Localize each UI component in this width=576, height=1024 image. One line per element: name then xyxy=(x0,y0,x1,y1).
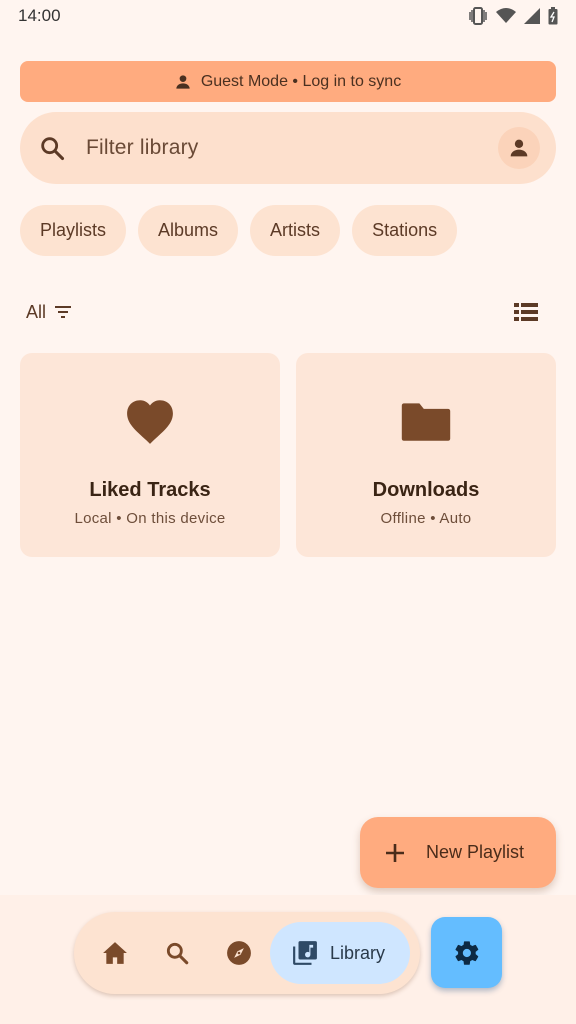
nav-library-label: Library xyxy=(330,942,386,963)
guest-mode-banner[interactable]: Guest Mode • Log in to sync xyxy=(20,61,556,102)
settings-button[interactable] xyxy=(431,917,502,988)
status-icons xyxy=(468,7,558,25)
vibrate-icon xyxy=(469,7,487,25)
chip-playlists[interactable]: Playlists xyxy=(20,205,127,256)
chip-albums[interactable]: Albums xyxy=(138,205,239,256)
filter-chips: Playlists Albums Artists Stations xyxy=(20,205,458,256)
guest-banner-text: Guest Mode • Log in to sync xyxy=(200,72,402,90)
nav-explore[interactable] xyxy=(224,938,254,968)
nav-home[interactable] xyxy=(100,938,130,968)
status-time: 14:00 xyxy=(18,6,61,25)
nav-search[interactable] xyxy=(162,938,192,968)
person-icon xyxy=(176,74,190,89)
downloads-card[interactable]: Downloads Offline • Auto xyxy=(296,353,556,557)
nav-library[interactable]: Library xyxy=(270,922,410,984)
battery-icon xyxy=(548,7,558,25)
search-input[interactable]: Filter library xyxy=(86,136,498,160)
account-icon xyxy=(510,139,528,157)
account-button[interactable] xyxy=(498,127,540,169)
sort-filter-button[interactable]: All xyxy=(26,302,72,323)
sort-icon xyxy=(55,306,72,318)
chip-stations[interactable]: Stations xyxy=(352,205,458,256)
bottom-nav: Library xyxy=(74,912,420,994)
folder-icon xyxy=(401,403,451,441)
sort-filter-label: All xyxy=(26,301,47,322)
sort-row: All xyxy=(26,296,538,328)
library-music-icon xyxy=(293,941,317,965)
heart-icon xyxy=(127,400,173,444)
card-title: Downloads xyxy=(372,479,480,501)
explore-icon xyxy=(227,941,251,965)
home-icon xyxy=(103,942,127,964)
screen: 14:00 Guest Mode • Log in to sync Filter… xyxy=(0,0,576,1024)
new-playlist-button[interactable]: New Playlist xyxy=(360,817,556,888)
liked-tracks-card[interactable]: Liked Tracks Local • On this device xyxy=(20,353,280,557)
new-playlist-label: New Playlist xyxy=(426,842,525,862)
chip-artists[interactable]: Artists xyxy=(250,205,341,256)
card-subtitle: Offline • Auto xyxy=(380,510,472,527)
library-filter-bar[interactable]: Filter library xyxy=(20,112,556,184)
card-subtitle: Local • On this device xyxy=(74,510,226,527)
plus-icon xyxy=(386,843,404,862)
status-bar: 14:00 xyxy=(0,0,576,32)
card-title: Liked Tracks xyxy=(89,479,211,501)
list-view-icon[interactable] xyxy=(514,302,538,322)
wifi-icon xyxy=(496,8,516,23)
search-icon xyxy=(41,137,65,161)
signal-icon xyxy=(524,8,540,24)
search-icon xyxy=(166,942,189,965)
gear-icon xyxy=(454,940,478,965)
